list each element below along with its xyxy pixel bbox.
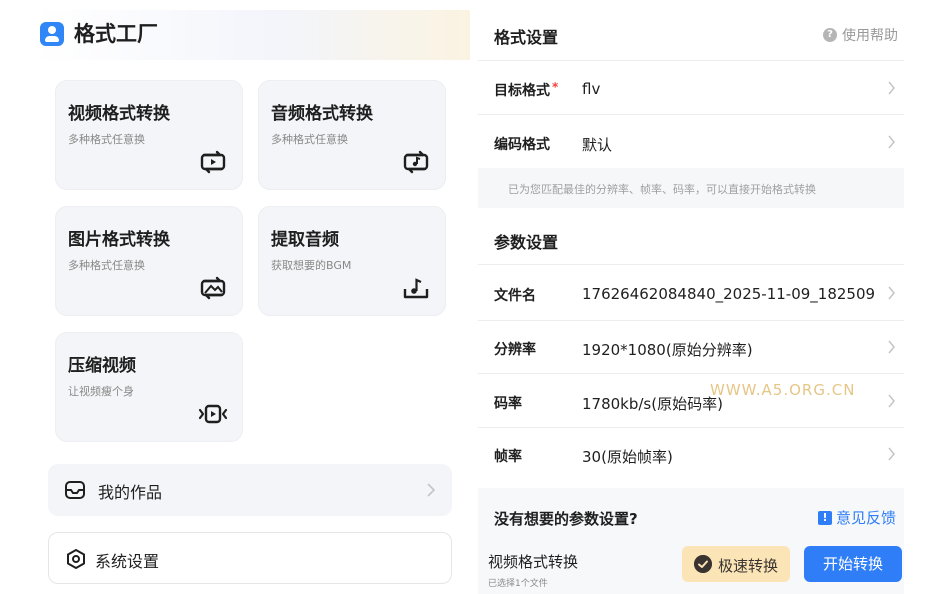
- help-question-icon: ?: [823, 28, 837, 42]
- card-video-convert[interactable]: 视频格式转换 多种格式任意换: [55, 80, 243, 190]
- param-value: 30(原始帧率): [582, 448, 673, 466]
- left-panel: 格式工厂 视频格式转换 多种格式任意换 音频格式转换 多种格式任意换 图片格式转…: [0, 0, 470, 594]
- target-format-label: 目标格式 *: [494, 80, 559, 99]
- required-mark: *: [552, 80, 559, 94]
- param-value: 1920*1080(原始分辨率): [582, 341, 753, 359]
- start-convert-button[interactable]: 开始转换: [804, 546, 902, 582]
- app-logo-icon: [40, 22, 64, 46]
- fast-convert-label: 极速转换: [718, 557, 779, 575]
- card-extract-audio[interactable]: 提取音频 获取想要的BGM: [258, 206, 446, 316]
- param-label: 文件名: [494, 288, 536, 304]
- chevron-right-icon: [888, 447, 895, 461]
- card-title: 音频格式转换: [271, 104, 373, 124]
- chevron-right-icon: [888, 81, 895, 95]
- watermark: WWW.A5.ORG.CN: [710, 381, 856, 399]
- param-row-resolution[interactable]: 分辨率 1920*1080(原始分辨率): [478, 321, 904, 374]
- format-settings-title: 格式设置: [494, 28, 559, 47]
- right-panel: 格式设置 ? 使用帮助 目标格式 * flv 编码格式 默认 已为您匹配最佳的分辨…: [478, 0, 904, 594]
- help-link[interactable]: ? 使用帮助: [823, 25, 898, 45]
- settings-gear-icon: [67, 549, 85, 569]
- match-hint-text: 已为您匹配最佳的分辨率、帧率、码率，可以直接开始格式转换: [508, 183, 816, 196]
- chevron-right-icon: [427, 483, 436, 497]
- card-title: 提取音频: [271, 230, 339, 250]
- no-params-text: 没有想要的参数设置?: [494, 510, 638, 528]
- card-title: 视频格式转换: [68, 104, 170, 124]
- works-folder-icon: [65, 481, 85, 499]
- my-works-button[interactable]: 我的作品: [48, 464, 452, 516]
- my-works-label: 我的作品: [98, 483, 163, 502]
- chevron-right-icon: [888, 286, 895, 300]
- compress-video-icon: [198, 404, 228, 424]
- help-label: 使用帮助: [842, 28, 898, 44]
- chevron-right-icon: [888, 135, 895, 149]
- image-convert-icon: [200, 276, 226, 300]
- feedback-icon: !: [817, 510, 832, 525]
- param-value: 17626462084840_2025-11-09_182509: [582, 285, 876, 303]
- card-subtitle: 多种格式任意换: [68, 259, 145, 272]
- app-title: 格式工厂: [74, 22, 158, 46]
- param-value: 1780kb/s(原始码率): [582, 395, 723, 413]
- divider: [478, 373, 904, 374]
- divider: [478, 114, 904, 115]
- chevron-right-icon: [888, 340, 895, 354]
- param-label: 分辨率: [494, 342, 536, 358]
- divider: [478, 60, 904, 61]
- match-hint: 已为您匹配最佳的分辨率、帧率、码率，可以直接开始格式转换: [478, 168, 904, 208]
- param-label: 帧率: [494, 449, 522, 465]
- divider: [478, 264, 904, 265]
- feedback-link[interactable]: ! 意见反馈: [817, 507, 896, 528]
- param-settings-title: 参数设置: [494, 233, 559, 252]
- extract-audio-icon: [403, 278, 429, 299]
- app-window: 格式工厂 视频格式转换 多种格式任意换 音频格式转换 多种格式任意换 图片格式转…: [0, 0, 944, 594]
- check-circle-icon: [694, 555, 712, 573]
- task-subtitle: 已选择1个文件: [488, 579, 548, 589]
- feedback-label: 意见反馈: [835, 509, 896, 527]
- card-compress-video[interactable]: 压缩视频 让视频瘦个身: [55, 332, 243, 442]
- card-audio-convert[interactable]: 音频格式转换 多种格式任意换: [258, 80, 446, 190]
- chevron-right-icon: [888, 394, 895, 408]
- system-settings-button[interactable]: 系统设置: [48, 532, 452, 584]
- codec-label: 编码格式: [494, 137, 550, 153]
- system-settings-label: 系统设置: [95, 552, 160, 571]
- video-convert-icon: [200, 150, 226, 174]
- card-subtitle: 让视频瘦个身: [68, 385, 134, 398]
- card-subtitle: 多种格式任意换: [68, 133, 145, 146]
- target-format-value: flv: [582, 80, 601, 98]
- card-title: 图片格式转换: [68, 230, 170, 250]
- target-format-row[interactable]: 目标格式 * flv: [478, 62, 904, 115]
- audio-convert-icon: [403, 150, 429, 174]
- param-row-framerate[interactable]: 帧率 30(原始帧率): [478, 428, 904, 481]
- card-subtitle: 多种格式任意换: [271, 133, 348, 146]
- card-subtitle: 获取想要的BGM: [271, 259, 352, 272]
- codec-row[interactable]: 编码格式 默认: [478, 116, 904, 169]
- card-title: 压缩视频: [68, 356, 136, 376]
- fast-convert-button[interactable]: 极速转换: [682, 546, 790, 582]
- card-image-convert[interactable]: 图片格式转换 多种格式任意换: [55, 206, 243, 316]
- param-label: 码率: [494, 396, 522, 412]
- codec-value: 默认: [582, 136, 613, 154]
- task-title: 视频格式转换: [488, 553, 579, 571]
- param-row-filename[interactable]: 文件名 17626462084840_2025-11-09_182509: [478, 267, 904, 320]
